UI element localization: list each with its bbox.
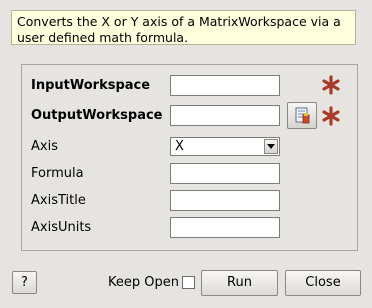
axis-units-label: AxisUnits xyxy=(31,220,92,235)
output-workspace-label: OutputWorkspace xyxy=(31,108,163,123)
chevron-down-icon xyxy=(267,144,275,149)
help-button[interactable]: ? xyxy=(12,271,37,294)
keep-open-label: Keep Open xyxy=(108,275,179,290)
close-button[interactable]: Close xyxy=(285,270,361,296)
axis-select[interactable]: X xyxy=(170,137,280,156)
run-button[interactable]: Run xyxy=(201,270,278,296)
dropdown-arrow-button[interactable] xyxy=(264,139,278,154)
axis-select-value: X xyxy=(175,139,184,154)
workspace-browse-button[interactable] xyxy=(287,102,317,129)
axis-units-field[interactable] xyxy=(170,217,280,238)
formula-label: Formula xyxy=(31,166,84,181)
input-workspace-field[interactable] xyxy=(170,75,280,96)
input-workspace-label: InputWorkspace xyxy=(31,78,151,93)
asterisk-icon xyxy=(322,106,340,126)
workspace-browse-icon xyxy=(295,107,310,124)
axis-title-field[interactable] xyxy=(170,190,280,211)
algorithm-description: Converts the X or Y axis of a MatrixWork… xyxy=(11,10,356,45)
asterisk-icon xyxy=(322,75,340,95)
keep-open-checkbox[interactable] xyxy=(182,276,195,289)
formula-field[interactable] xyxy=(170,163,280,184)
output-workspace-field[interactable] xyxy=(170,105,280,126)
axis-title-label: AxisTitle xyxy=(31,193,86,208)
axis-label: Axis xyxy=(31,139,58,154)
